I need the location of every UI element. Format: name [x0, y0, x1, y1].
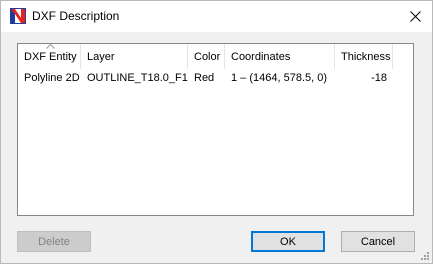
column-header-coordinates[interactable]: Coordinates	[225, 44, 335, 69]
column-header-label: Layer	[87, 51, 115, 63]
cancel-button[interactable]: Cancel	[341, 231, 415, 252]
column-header-color[interactable]: Color	[188, 44, 225, 69]
cell-dxf-entity: Polyline 2D	[24, 72, 80, 84]
cell-color: Red	[194, 72, 215, 84]
column-header-label: DXF Entity	[24, 51, 77, 63]
app-logo-icon	[10, 8, 26, 24]
sort-ascending-icon	[46, 44, 55, 49]
column-header-label: Coordinates	[231, 51, 291, 63]
cell-thickness: -18	[371, 72, 387, 84]
resize-grip-icon[interactable]	[419, 250, 430, 261]
column-header-dxf-entity[interactable]: DXF Entity	[18, 44, 81, 69]
table-row[interactable]: Polyline 2D OUTLINE_T18.0_F1 Red 1 – (14…	[18, 69, 413, 87]
cell-layer: OUTLINE_T18.0_F1	[87, 72, 188, 84]
close-button[interactable]	[398, 1, 432, 32]
cell-coordinates: 1 – (1464, 578.5, 0)	[231, 72, 328, 84]
list-header: DXF Entity Layer Color Coordinates Thick…	[18, 44, 413, 69]
column-header-label: Thickness	[341, 51, 391, 63]
column-header-layer[interactable]: Layer	[81, 44, 188, 69]
entity-list[interactable]: DXF Entity Layer Color Coordinates Thick…	[17, 43, 414, 216]
dialog-title: DXF Description	[32, 9, 120, 23]
column-header-label: Color	[194, 51, 221, 63]
close-icon	[409, 11, 421, 22]
dxf-description-dialog: DXF Description DXF Entity Layer Color C…	[0, 0, 433, 264]
title-bar: DXF Description	[1, 1, 432, 32]
ok-button[interactable]: OK	[251, 231, 325, 252]
delete-button[interactable]: Delete	[17, 231, 91, 252]
column-header-thickness[interactable]: Thickness	[335, 44, 393, 69]
